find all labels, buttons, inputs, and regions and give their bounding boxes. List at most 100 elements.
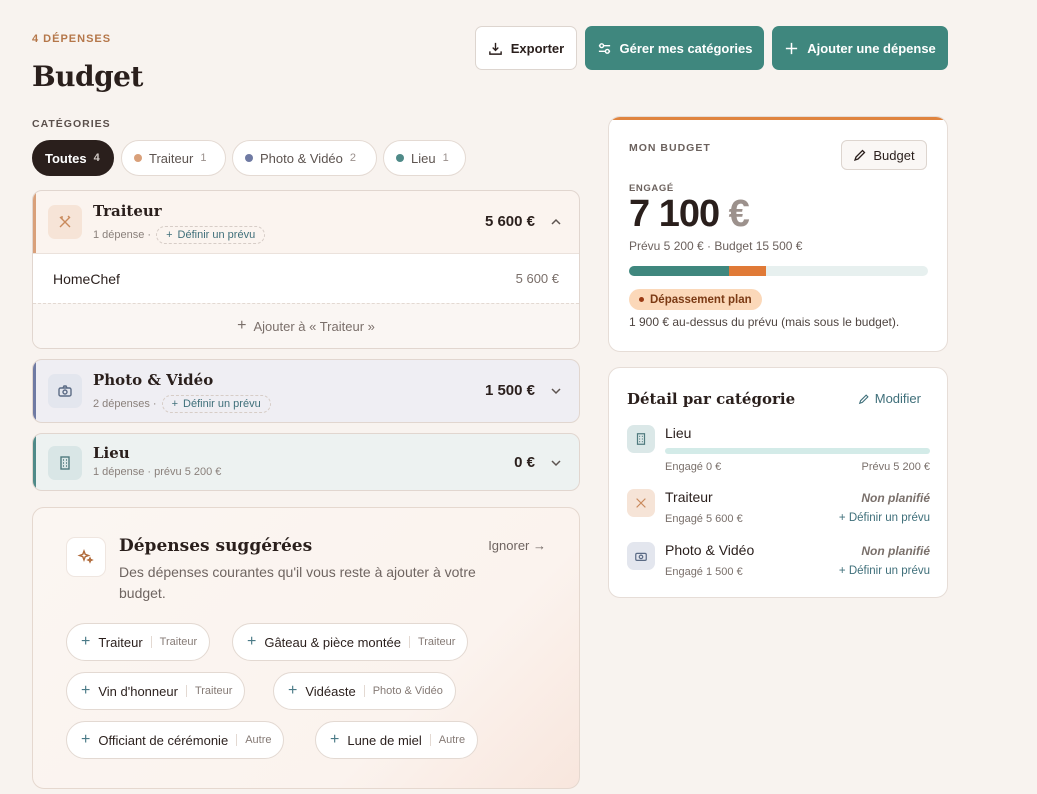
download-icon	[488, 42, 502, 55]
pill-count: 1	[442, 152, 449, 164]
category-color-bar	[33, 434, 36, 490]
warning-dot	[639, 297, 644, 302]
utensils-icon	[627, 489, 655, 517]
filter-pill-all[interactable]: Toutes 4	[32, 140, 114, 176]
overrun-note: 1 900 € au-dessus du prévu (mais sous le…	[629, 315, 900, 329]
define-planned-link[interactable]: + Définir un prévu	[839, 565, 930, 577]
camera-icon	[627, 542, 655, 570]
category-amount: 0 €	[514, 454, 535, 471]
filter-pill-traiteur[interactable]: Traiteur 1	[121, 140, 226, 176]
filter-pill-photo-video[interactable]: Photo & Vidéo 2	[232, 140, 377, 176]
category-detail-card: Détail par catégorie Modifier Lieu Engag…	[608, 367, 948, 598]
suggested-expenses-panel: Dépenses suggérées Des dépenses courante…	[32, 507, 580, 789]
plus-icon: +	[237, 317, 247, 334]
detail-name: Lieu	[665, 425, 692, 441]
expense-name: HomeChef	[53, 270, 120, 287]
modify-label: Modifier	[874, 391, 921, 406]
page-title: Budget	[32, 60, 143, 93]
detail-engaged: Engagé 5 600 €	[665, 513, 743, 525]
chip-label: Traiteur	[98, 634, 143, 650]
suggestion-chip[interactable]: + Vidéaste Photo & Vidéo	[273, 672, 456, 710]
export-button[interactable]: Exporter	[475, 26, 577, 70]
detail-item-traiteur: Traiteur Non planifié Engagé 5 600 € + D…	[627, 489, 930, 529]
detail-status: Non planifié	[861, 491, 930, 505]
category-header[interactable]: Traiteur 1 dépense · + Définir un prévu 5…	[33, 191, 579, 253]
accent-line	[609, 117, 947, 120]
pencil-icon	[858, 393, 869, 404]
pill-label: Photo & Vidéo	[260, 150, 343, 166]
overrun-badge: Dépassement plan	[629, 289, 762, 310]
chip-label: Vidéaste	[305, 683, 356, 699]
category-meta: 2 dépenses · + Définir un prévu	[93, 395, 271, 413]
define-label: Définir un prévu	[848, 565, 930, 577]
chip-tag: Autre	[236, 734, 271, 746]
color-dot	[245, 154, 253, 162]
suggestion-chip[interactable]: + Gâteau & pièce montée Traiteur	[232, 623, 469, 661]
edit-budget-button[interactable]: Budget	[841, 140, 927, 170]
suggestion-chip[interactable]: + Vin d'honneur Traiteur	[66, 672, 246, 710]
suggestion-chip[interactable]: + Officiant de cérémonie Autre	[66, 721, 285, 759]
export-label: Exporter	[510, 40, 565, 56]
chip-label: Officiant de cérémonie	[98, 732, 229, 748]
category-header[interactable]: Photo & Vidéo 2 dépenses · + Définir un p…	[33, 360, 579, 422]
category-name: Lieu	[93, 444, 130, 462]
engaged-amount: 7 100 €	[629, 193, 750, 236]
budget-progress-bar	[629, 266, 928, 276]
sliders-icon	[598, 42, 610, 54]
category-meta: 1 dépense · + Définir un prévu	[93, 226, 266, 244]
plus-icon	[786, 42, 798, 54]
define-planned-button[interactable]: + Définir un prévu	[156, 226, 266, 244]
my-budget-label: MON BUDGET	[629, 142, 711, 154]
modify-button[interactable]: Modifier	[858, 391, 921, 406]
pill-count: 1	[200, 152, 207, 164]
define-planned-button[interactable]: + Définir un prévu	[161, 395, 271, 413]
camera-icon	[48, 374, 82, 408]
chevron-down-icon[interactable]	[549, 384, 563, 398]
utensils-icon	[48, 205, 82, 239]
category-amount: 1 500 €	[484, 382, 535, 399]
detail-item-lieu: Lieu Engagé 0 € Prévu 5 200 €	[627, 425, 930, 475]
chip-tag: Traiteur	[408, 636, 455, 648]
suggestions-title: Dépenses suggérées	[119, 536, 313, 556]
pill-count: 2	[349, 152, 357, 164]
category-color-bar	[33, 360, 36, 422]
progress-fill-over	[729, 266, 766, 276]
add-to-category-button[interactable]: + Ajouter à « Traiteur »	[33, 303, 579, 348]
pill-label: Traiteur	[149, 150, 194, 166]
chevron-up-icon[interactable]	[549, 215, 563, 229]
ignore-button[interactable]: Ignorer →	[488, 538, 546, 553]
define-planned-link[interactable]: + Définir un prévu	[839, 512, 930, 524]
pill-label: Lieu	[411, 150, 436, 166]
chevron-down-icon[interactable]	[549, 456, 563, 470]
sparkles-icon	[66, 537, 106, 577]
plus-icon: +	[81, 682, 91, 699]
chip-tag: Traiteur	[150, 636, 197, 648]
suggestion-chip[interactable]: + Lune de miel Autre	[315, 721, 479, 759]
manage-categories-label: Gérer mes catégories	[619, 40, 753, 56]
plus-icon: +	[330, 731, 340, 748]
filter-pill-lieu[interactable]: Lieu 1	[383, 140, 466, 176]
pill-count: 4	[93, 152, 100, 164]
category-header[interactable]: Lieu 1 dépense · prévu 5 200 € 0 €	[33, 434, 579, 490]
detail-planned: Prévu 5 200 €	[861, 461, 931, 473]
category-card-photo-video: Photo & Vidéo 2 dépenses · + Définir un p…	[32, 359, 580, 423]
expense-row[interactable]: HomeChef 5 600 €	[33, 253, 579, 303]
manage-categories-button[interactable]: Gérer mes catégories	[585, 26, 764, 70]
detail-title: Détail par catégorie	[627, 390, 796, 408]
detail-progress-bar	[665, 448, 930, 454]
category-name: Traiteur	[93, 202, 162, 220]
suggestion-chip[interactable]: + Traiteur Traiteur	[66, 623, 211, 661]
define-label: Définir un prévu	[177, 229, 256, 241]
add-expense-label: Ajouter une dépense	[807, 40, 936, 56]
chip-label: Gâteau & pièce montée	[264, 634, 401, 650]
category-name: Photo & Vidéo	[93, 371, 214, 389]
currency: €	[728, 193, 750, 235]
progress-fill-planned	[629, 266, 730, 276]
expense-count: 4 DÉPENSES	[32, 33, 112, 45]
detail-status: Non planifié	[861, 544, 930, 558]
plus-icon: +	[288, 682, 298, 699]
suggestions-description: Des dépenses courantes qu'il vous reste …	[119, 564, 476, 601]
my-budget-card: MON BUDGET Budget ENGAGÉ 7 100 € Prévu 5…	[608, 116, 948, 352]
add-expense-button[interactable]: Ajouter une dépense	[772, 26, 948, 70]
meta-text: 1 dépense ·	[93, 229, 152, 241]
